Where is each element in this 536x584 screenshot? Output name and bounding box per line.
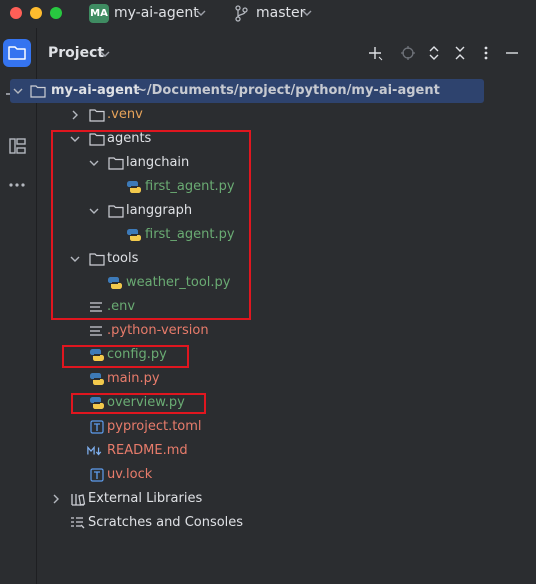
file-label: main.py bbox=[107, 371, 160, 386]
external-libraries-label: External Libraries bbox=[88, 491, 203, 506]
locate-icon[interactable] bbox=[400, 45, 416, 61]
highlight-box-agents-group bbox=[51, 130, 251, 320]
tree-row-python-version[interactable]: .python-version bbox=[0, 319, 499, 343]
tree-row-scratches[interactable]: Scratches and Consoles bbox=[0, 511, 499, 535]
hide-panel-icon[interactable] bbox=[504, 45, 520, 61]
options-icon[interactable] bbox=[478, 45, 494, 61]
maximize-window-button[interactable] bbox=[50, 7, 62, 19]
chevron-down-icon[interactable] bbox=[196, 4, 206, 22]
tree-row-external-libraries[interactable]: External Libraries bbox=[0, 487, 499, 511]
markdown-file-icon bbox=[87, 445, 102, 456]
highlight-box-overview bbox=[71, 393, 206, 414]
library-icon bbox=[71, 494, 86, 506]
folder-label: .venv bbox=[107, 107, 143, 122]
root-folder-path: ~/Documents/project/python/my-ai-agent bbox=[136, 83, 440, 98]
highlight-box-config bbox=[62, 345, 189, 368]
tree-row-uvlock[interactable]: uv.lock bbox=[0, 463, 499, 487]
add-icon[interactable] bbox=[367, 45, 383, 61]
chevron-right-icon[interactable] bbox=[51, 494, 61, 504]
project-badge[interactable]: MA bbox=[89, 4, 109, 23]
collapse-all-icon[interactable] bbox=[452, 45, 468, 61]
project-switcher[interactable]: my-ai-agent bbox=[114, 5, 199, 21]
branch-switcher[interactable]: master bbox=[256, 5, 305, 21]
chevron-down-icon[interactable] bbox=[100, 45, 110, 63]
chevron-down-icon[interactable] bbox=[302, 4, 312, 22]
minimize-window-button[interactable] bbox=[30, 7, 42, 19]
scratches-icon bbox=[71, 517, 85, 529]
tree-row-venv[interactable]: .venv bbox=[0, 103, 499, 127]
folder-icon bbox=[8, 46, 26, 60]
tree-row-main[interactable]: main.py bbox=[0, 367, 499, 391]
file-label: README.md bbox=[107, 443, 188, 458]
chevron-right-icon[interactable] bbox=[70, 110, 80, 120]
python-file-icon bbox=[90, 373, 104, 385]
tree-row-readme[interactable]: README.md bbox=[0, 439, 499, 463]
toml-file-icon bbox=[90, 420, 104, 434]
tree-row-pyproject[interactable]: pyproject.toml bbox=[0, 415, 499, 439]
git-branch-icon[interactable] bbox=[234, 4, 248, 22]
expand-all-icon[interactable] bbox=[426, 45, 442, 61]
folder-icon bbox=[89, 109, 105, 122]
file-label: .python-version bbox=[107, 323, 209, 338]
text-file-icon bbox=[90, 468, 104, 482]
root-folder-name: my-ai-agent bbox=[51, 83, 140, 98]
panel-title[interactable]: Project bbox=[48, 45, 104, 61]
file-label: pyproject.toml bbox=[107, 419, 202, 434]
close-window-button[interactable] bbox=[10, 7, 22, 19]
file-label: uv.lock bbox=[107, 467, 153, 482]
folder-icon bbox=[30, 85, 46, 98]
tree-row-root[interactable]: my-ai-agent ~/Documents/project/python/m… bbox=[10, 79, 484, 103]
title-bar: MA my-ai-agent master bbox=[0, 0, 536, 28]
scratches-label: Scratches and Consoles bbox=[88, 515, 244, 530]
text-file-icon bbox=[90, 326, 102, 336]
project-tool-button[interactable] bbox=[3, 39, 31, 67]
chevron-down-icon[interactable] bbox=[13, 86, 23, 96]
